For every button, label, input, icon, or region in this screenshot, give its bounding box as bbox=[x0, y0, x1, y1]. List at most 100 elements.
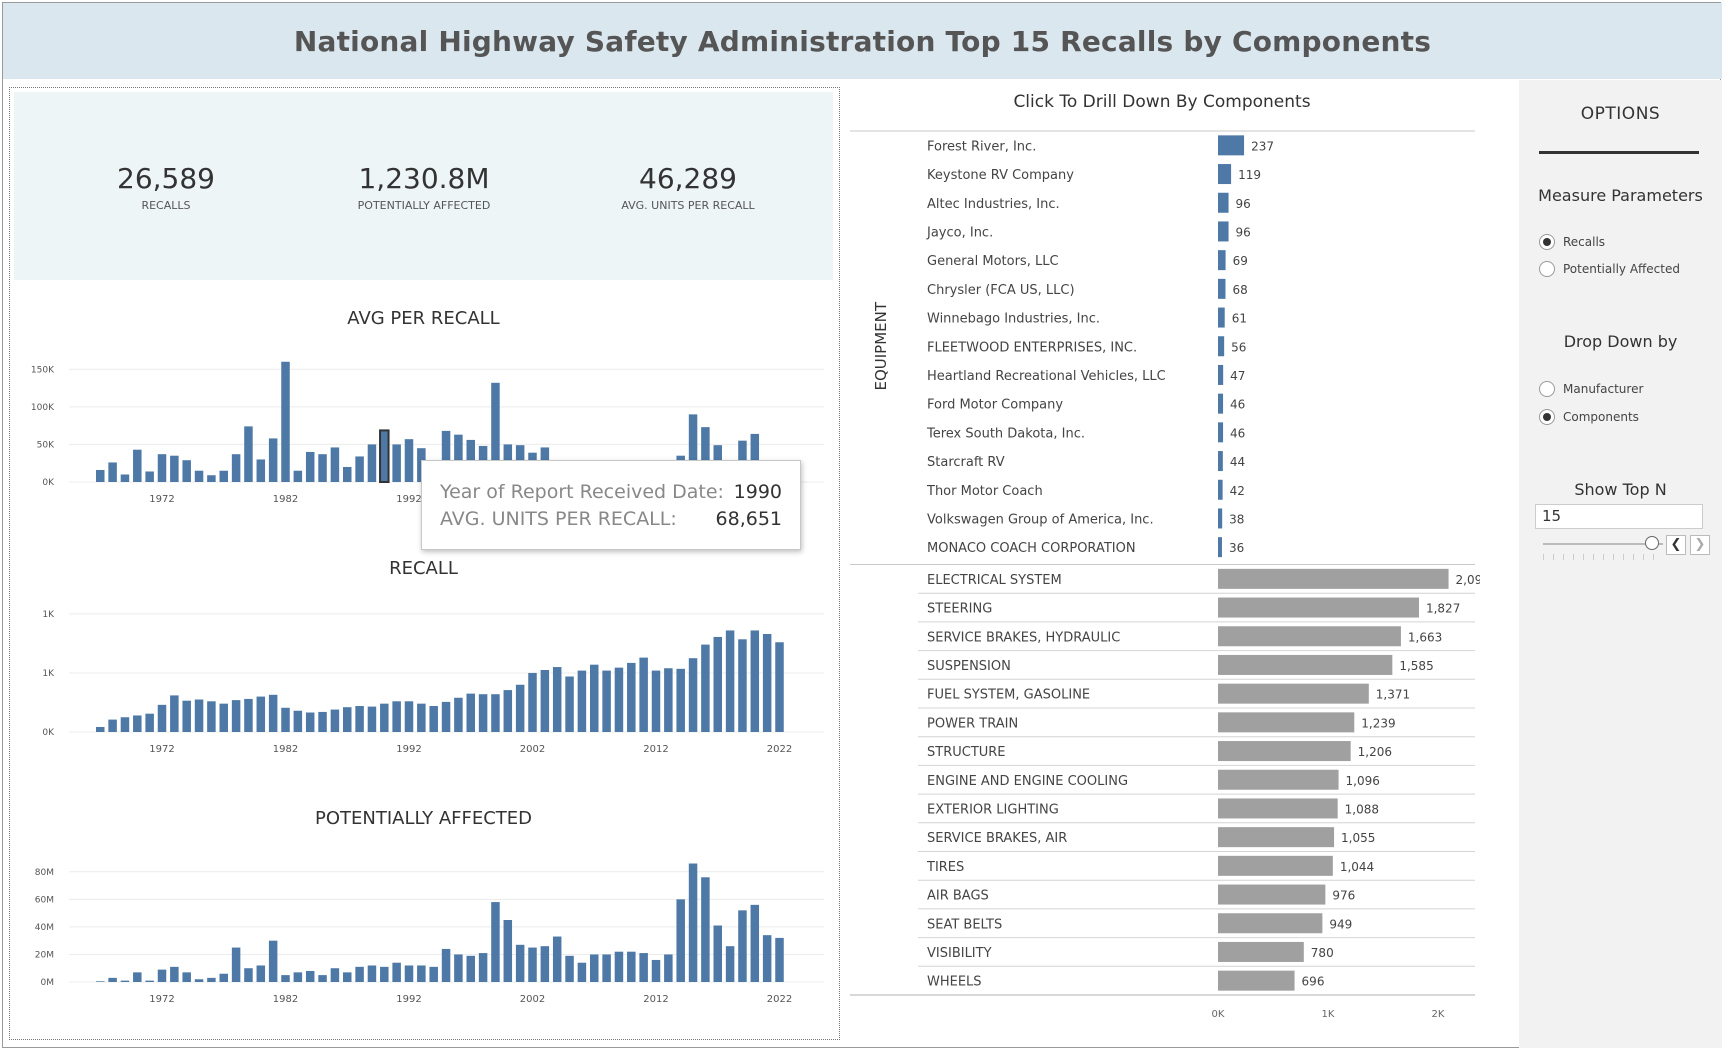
component-bar[interactable] bbox=[1218, 798, 1338, 819]
bar-1976[interactable] bbox=[207, 475, 216, 482]
bar-1970[interactable] bbox=[133, 972, 142, 982]
equipment-bar[interactable] bbox=[1218, 537, 1222, 558]
bar-1993[interactable] bbox=[417, 703, 426, 732]
bar-1977[interactable] bbox=[219, 973, 229, 982]
top-n-slider-knob[interactable] bbox=[1645, 536, 1659, 550]
bar-1981[interactable] bbox=[268, 940, 278, 982]
component-label[interactable]: POWER TRAIN bbox=[927, 716, 1018, 731]
bar-1983[interactable] bbox=[293, 972, 303, 982]
bar-1991[interactable] bbox=[392, 701, 401, 732]
bar-1981[interactable] bbox=[268, 694, 278, 732]
bar-2006[interactable] bbox=[577, 670, 587, 732]
bar-1987[interactable] bbox=[343, 707, 352, 732]
bar-1974[interactable] bbox=[182, 972, 191, 982]
recall-chart[interactable]: 0K 1K 1K 1972 1982 1992 2002 2012 2022 bbox=[14, 590, 834, 770]
bar-1982[interactable] bbox=[281, 707, 290, 732]
radio-manufacturer[interactable]: Manufacturer bbox=[1539, 381, 1643, 397]
equipment-bar[interactable] bbox=[1218, 336, 1225, 357]
bar-1970[interactable] bbox=[133, 449, 142, 482]
bar-2005[interactable] bbox=[565, 955, 574, 982]
component-bar[interactable] bbox=[1218, 941, 1304, 962]
bar-1973[interactable] bbox=[170, 455, 179, 482]
bar-1975[interactable] bbox=[194, 979, 204, 982]
bar-2010[interactable] bbox=[627, 662, 636, 732]
bar-1974[interactable] bbox=[182, 460, 191, 482]
bar-1989[interactable] bbox=[367, 444, 377, 482]
bar-1991[interactable] bbox=[392, 962, 401, 982]
component-bar[interactable] bbox=[1218, 884, 1326, 905]
bar-1969[interactable] bbox=[120, 717, 130, 732]
bar-2015[interactable] bbox=[688, 863, 698, 982]
bar-2000[interactable] bbox=[503, 920, 513, 982]
equipment-bar[interactable] bbox=[1218, 278, 1226, 299]
bar-1995[interactable] bbox=[441, 701, 451, 732]
radio-components[interactable]: Components bbox=[1539, 409, 1639, 425]
bar-1984[interactable] bbox=[305, 712, 315, 732]
equipment-bar[interactable] bbox=[1218, 164, 1232, 185]
bar-1988[interactable] bbox=[355, 966, 364, 982]
equipment-bar[interactable] bbox=[1218, 364, 1224, 385]
component-label[interactable]: SEAT BELTS bbox=[927, 917, 1002, 932]
bar-1974[interactable] bbox=[182, 700, 191, 732]
component-bar[interactable] bbox=[1218, 827, 1335, 848]
bar-1992[interactable] bbox=[404, 701, 414, 732]
bar-1995[interactable] bbox=[441, 948, 451, 982]
bar-1973[interactable] bbox=[170, 966, 179, 982]
radio-dot[interactable] bbox=[1539, 234, 1555, 250]
bar-1978[interactable] bbox=[231, 454, 241, 482]
bar-1968[interactable] bbox=[108, 462, 117, 482]
bar-1987[interactable] bbox=[343, 466, 352, 482]
equipment-label[interactable]: Altec Industries, Inc. bbox=[927, 197, 1060, 212]
kpi-potentially-affected[interactable]: 1,230.8M POTENTIALLY AFFECTED bbox=[294, 162, 554, 212]
bar-2016[interactable] bbox=[701, 877, 710, 982]
bar-2016[interactable] bbox=[701, 644, 710, 732]
bar-2014[interactable] bbox=[676, 668, 685, 732]
equipment-label[interactable]: FLEETWOOD ENTERPRISES, INC. bbox=[927, 340, 1137, 355]
component-bar[interactable] bbox=[1218, 683, 1369, 704]
bar-2011[interactable] bbox=[639, 953, 648, 982]
equipment-bar[interactable] bbox=[1218, 393, 1224, 414]
bar-1980[interactable] bbox=[256, 696, 266, 732]
bar-1971[interactable] bbox=[145, 713, 154, 732]
component-bar[interactable] bbox=[1218, 568, 1449, 589]
bar-1982[interactable] bbox=[281, 975, 290, 982]
bar-2007[interactable] bbox=[590, 954, 599, 982]
bar-2001[interactable] bbox=[515, 944, 525, 982]
bar-1976[interactable] bbox=[207, 701, 216, 732]
bar-1988[interactable] bbox=[355, 456, 364, 482]
bar-2009[interactable] bbox=[614, 951, 624, 982]
bar-2004[interactable] bbox=[552, 936, 562, 982]
bar-1971[interactable] bbox=[145, 471, 154, 482]
bar-2008[interactable] bbox=[602, 954, 611, 982]
bar-1976[interactable] bbox=[207, 977, 216, 982]
equipment-bar[interactable] bbox=[1218, 192, 1229, 213]
component-label[interactable]: TIRES bbox=[926, 860, 964, 875]
equipment-bar[interactable] bbox=[1218, 221, 1229, 242]
equipment-bar[interactable] bbox=[1218, 250, 1226, 271]
bar-1984[interactable] bbox=[305, 451, 315, 482]
equipment-bar[interactable] bbox=[1218, 422, 1224, 443]
bar-2021[interactable] bbox=[762, 633, 772, 732]
bar-1983[interactable] bbox=[293, 710, 303, 732]
bar-1997[interactable] bbox=[466, 955, 476, 982]
equipment-label[interactable]: General Motors, LLC bbox=[927, 254, 1059, 269]
bar-1999[interactable] bbox=[491, 902, 500, 982]
equipment-label[interactable]: Winnebago Industries, Inc. bbox=[927, 312, 1100, 327]
component-bar[interactable] bbox=[1218, 626, 1401, 647]
component-label[interactable]: SERVICE BRAKES, HYDRAULIC bbox=[927, 630, 1120, 645]
equipment-label[interactable]: Forest River, Inc. bbox=[927, 139, 1036, 154]
equipment-label[interactable]: MONACO COACH CORPORATION bbox=[927, 541, 1136, 556]
bar-2007[interactable] bbox=[590, 664, 599, 732]
bar-2018[interactable] bbox=[725, 630, 735, 732]
bar-2022[interactable] bbox=[775, 642, 784, 732]
bar-1998[interactable] bbox=[478, 953, 488, 982]
bar-1968[interactable] bbox=[108, 719, 117, 732]
bar-1980[interactable] bbox=[256, 459, 266, 482]
component-label[interactable]: STRUCTURE bbox=[927, 745, 1006, 760]
bar-1972[interactable] bbox=[157, 704, 167, 732]
component-bar[interactable] bbox=[1218, 654, 1393, 675]
bar-2003[interactable] bbox=[540, 946, 550, 982]
bar-1988[interactable] bbox=[355, 706, 364, 732]
equipment-label[interactable]: Heartland Recreational Vehicles, LLC bbox=[927, 369, 1166, 384]
bar-1972[interactable] bbox=[157, 454, 167, 482]
